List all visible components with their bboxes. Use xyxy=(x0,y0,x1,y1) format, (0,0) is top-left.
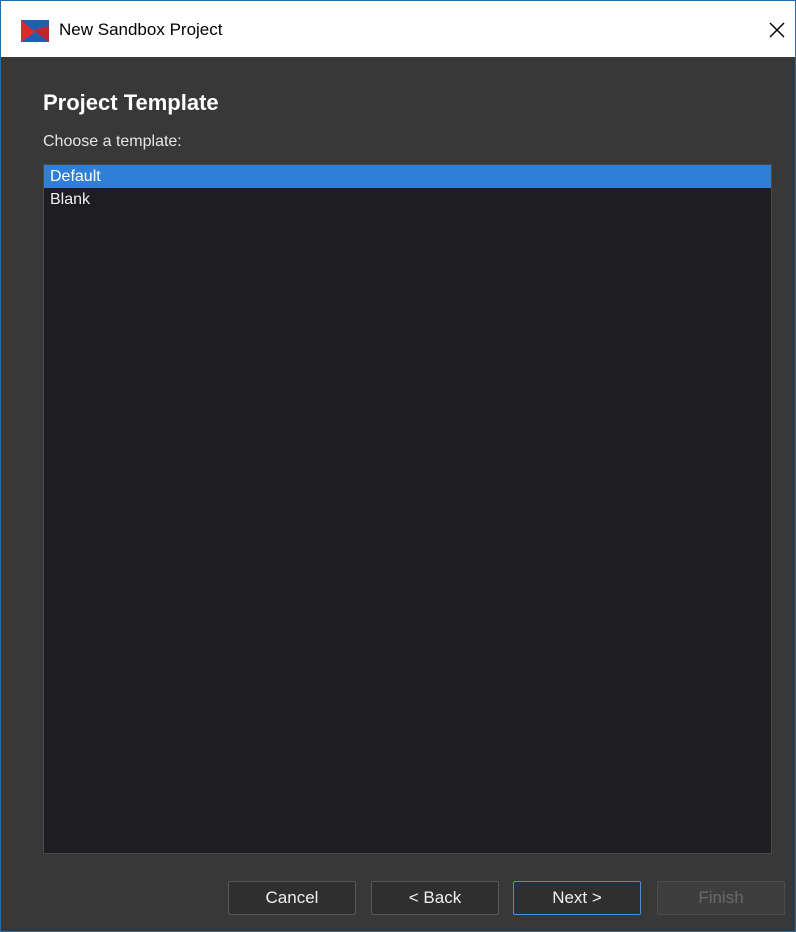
window-title: New Sandbox Project xyxy=(59,20,223,39)
finish-button: Finish xyxy=(657,881,785,915)
dialog-window: New Sandbox Project Project Template Cho… xyxy=(0,0,796,932)
close-button[interactable] xyxy=(759,11,795,49)
title-bar: New Sandbox Project xyxy=(1,1,795,57)
close-icon xyxy=(769,22,785,38)
next-button[interactable]: Next > xyxy=(513,881,641,915)
page-title: Project Template xyxy=(43,90,219,115)
list-item-default[interactable]: Default xyxy=(44,165,771,188)
back-button[interactable]: < Back xyxy=(371,881,499,915)
list-item-blank[interactable]: Blank xyxy=(44,188,771,211)
cancel-button[interactable]: Cancel xyxy=(228,881,356,915)
template-list[interactable]: Default Blank xyxy=(43,164,772,854)
app-logo-icon xyxy=(21,20,49,42)
wizard-page: Project Template Choose a template: Defa… xyxy=(9,57,795,931)
page-subtitle: Choose a template: xyxy=(43,133,182,150)
